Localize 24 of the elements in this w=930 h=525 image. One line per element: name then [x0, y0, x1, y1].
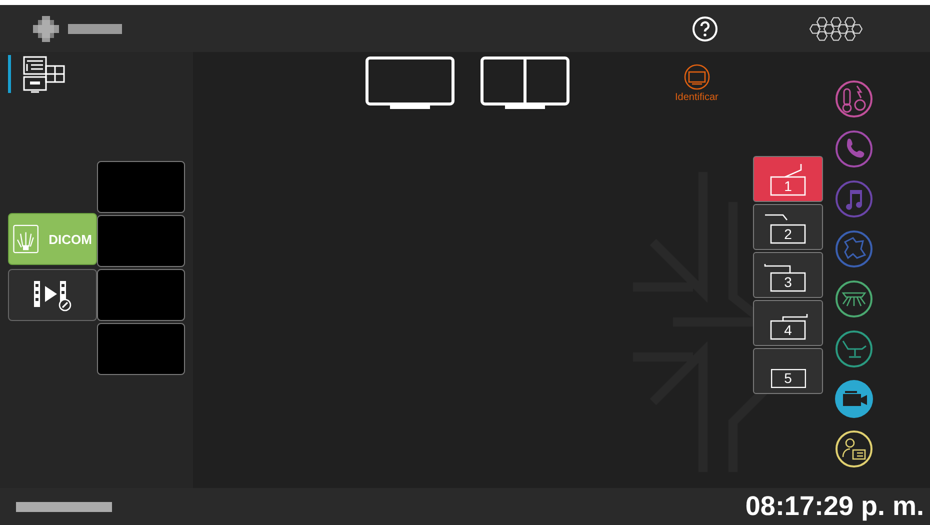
thumbnail-slot[interactable] [97, 215, 185, 267]
room-button[interactable]: 3 [753, 252, 823, 298]
room-button[interactable]: 5 [753, 348, 823, 394]
identify-button[interactable]: Identificar [675, 64, 718, 103]
room-button[interactable]: 2 [753, 204, 823, 250]
display-layout-icon[interactable] [22, 55, 68, 95]
blob-icon[interactable] [835, 230, 873, 268]
thumbnail-slot[interactable] [97, 269, 185, 321]
clock: 08:17:29 p. m. [745, 491, 924, 522]
phone-icon[interactable] [835, 130, 873, 168]
room-button[interactable]: 1 [753, 156, 823, 202]
ceiling-lamp-icon[interactable] [835, 280, 873, 318]
help-icon[interactable] [692, 16, 718, 42]
thumbnail-slot[interactable] [97, 161, 185, 213]
thermometer-icon[interactable] [835, 80, 873, 118]
screen-icon [684, 64, 710, 90]
frame-icon [770, 368, 806, 388]
video-button[interactable] [8, 269, 97, 321]
video-edit-icon [32, 278, 72, 312]
operating-table-icon[interactable] [835, 330, 873, 368]
room-button[interactable]: 4 [753, 300, 823, 346]
camera-icon[interactable] [835, 380, 873, 418]
person-badge-icon[interactable] [835, 430, 873, 468]
thumbnail-slot[interactable] [97, 323, 185, 375]
